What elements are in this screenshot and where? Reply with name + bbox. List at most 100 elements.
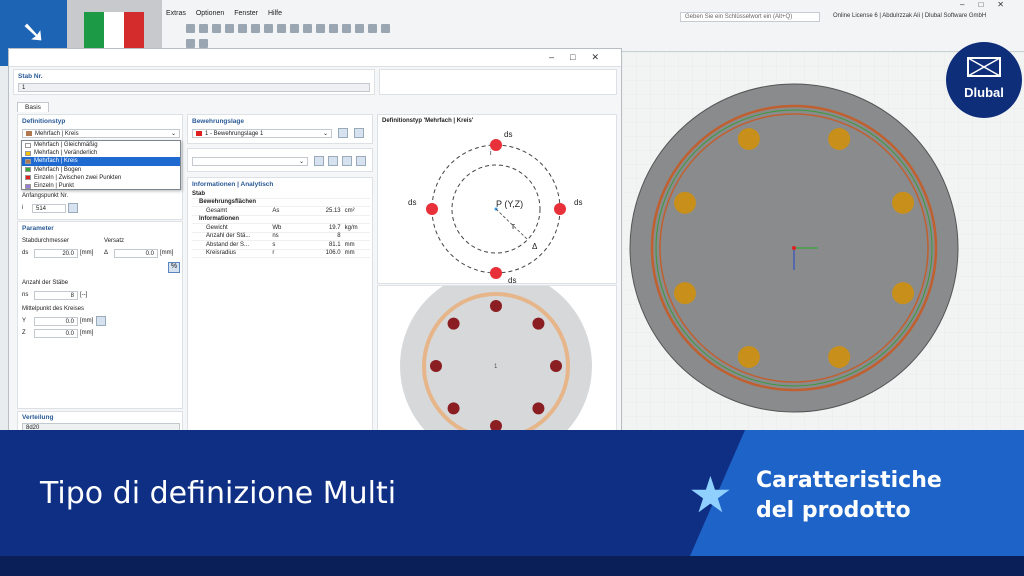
tool-icon[interactable] <box>185 39 195 48</box>
rebar-bar[interactable] <box>673 191 696 214</box>
tool-icon[interactable] <box>198 24 208 33</box>
tree-symbol: As <box>272 207 280 214</box>
ds-label-left: ds <box>408 198 416 207</box>
tool-icon[interactable] <box>341 24 351 33</box>
preview-rebar-bar <box>490 300 502 312</box>
rebar-bar[interactable] <box>737 127 760 150</box>
dropdown-option[interactable]: Einzeln | Punkt <box>22 182 180 190</box>
info-tree-row: Kreisradius r 106.0 mm <box>192 250 370 258</box>
percent-toggle-icon[interactable]: % <box>168 262 180 273</box>
secondary-select-panel: ⌄ <box>187 148 373 172</box>
tool-icon[interactable] <box>289 24 299 33</box>
rebar-bar[interactable] <box>673 282 696 305</box>
info-tree-row: Gesamt As 25.13 cm² <box>192 207 370 216</box>
color-swatch-icon <box>26 131 32 136</box>
tool-icon[interactable] <box>250 24 260 33</box>
pick-center-icon[interactable] <box>96 316 106 326</box>
tool-icon[interactable] <box>198 39 208 48</box>
deftype-selected: Mehrfach | Kreis <box>35 130 79 137</box>
tool-icon[interactable] <box>315 24 325 33</box>
offset-field[interactable]: 0.0 <box>114 249 158 258</box>
offset-label: Versatz <box>104 238 125 244</box>
rebar-bar[interactable] <box>892 282 915 305</box>
dropdown-option-label: Mehrfach | Veränderlich <box>34 150 98 157</box>
tool-icon[interactable] <box>354 24 364 33</box>
layer-select[interactable]: 1 - Bewehrungslage 1 ⌄ <box>192 129 332 138</box>
star-icon: ★ <box>688 467 733 523</box>
member-field[interactable]: 1 <box>18 83 370 92</box>
menu-optionen[interactable]: Optionen <box>196 10 224 22</box>
count-unit: [--] <box>80 292 88 298</box>
center-label: P (Y,Z) <box>496 199 523 209</box>
edit-icon[interactable] <box>342 156 352 166</box>
diameter-symbol: ds <box>22 250 29 256</box>
tree-name: Anzahl der Stä... <box>206 233 251 240</box>
tool-icon[interactable] <box>185 24 195 33</box>
tree-symbol: r <box>272 250 275 257</box>
start-point-field[interactable]: 514 <box>32 204 66 213</box>
tool-icon[interactable] <box>302 24 312 33</box>
color-swatch-icon <box>25 150 31 156</box>
tool-icon[interactable] <box>276 24 286 33</box>
z-field[interactable]: 0.0 <box>34 329 78 338</box>
member-aux-panel <box>379 69 617 95</box>
diameter-label: Stabdurchmesser <box>22 238 70 244</box>
dropdown-option-label: Einzeln | Punkt <box>34 183 74 190</box>
tool-icon[interactable] <box>237 24 247 33</box>
library-icon[interactable] <box>314 156 324 166</box>
banner-footer-strip <box>0 556 1024 576</box>
layer-label: Bewehrungslage <box>192 118 245 125</box>
tree-name: Informationen <box>199 216 239 223</box>
tool-icon[interactable] <box>211 24 221 33</box>
dropdown-option[interactable]: Mehrfach | Kreis <box>22 157 180 166</box>
rebar-bar[interactable] <box>892 191 915 214</box>
center-label: Mittelpunkt des Kreises <box>22 306 85 312</box>
preview-rebar-bar <box>430 360 442 372</box>
tree-value: 81.1 <box>328 241 341 248</box>
tool-icon[interactable] <box>328 24 338 33</box>
license-info: Online License 6 | Abdulrzzak Ali | Dlub… <box>833 13 987 19</box>
diagram-bar-bottom <box>490 267 502 279</box>
section-preview-panel: 1 <box>377 285 617 431</box>
banner-subtitle-line2: del prodotto <box>756 498 911 523</box>
window-controls[interactable]: –□✕ <box>960 0 1018 9</box>
y-field[interactable]: 0.0 <box>34 317 78 326</box>
ds-label-right: ds <box>574 198 582 207</box>
new-layer-icon[interactable] <box>338 128 348 138</box>
new-icon[interactable] <box>328 156 338 166</box>
dropdown-option[interactable]: Einzeln | Zwischen zwei Punkten <box>22 174 180 182</box>
tab-basis[interactable]: Basis <box>17 102 49 112</box>
count-field[interactable]: 8 <box>34 291 78 300</box>
tree-symbol: ns <box>272 233 279 240</box>
search-input[interactable]: Geben Sie ein Schlüsselwort ein (Alt+Q) <box>680 12 820 22</box>
tool-icon[interactable] <box>380 24 390 33</box>
dropdown-option[interactable]: Mehrfach | Gleichmäßig <box>22 141 180 149</box>
deftype-select[interactable]: Mehrfach | Kreis ⌄ <box>22 129 180 138</box>
tree-unit: mm <box>344 250 355 257</box>
ds-label-bottom: ds <box>508 276 516 285</box>
dropdown-option[interactable]: Mehrfach | Bogen <box>22 166 180 174</box>
info-tree: Stab Bewehrungsflächen Gesamt As 25.13 cm² Inf… <box>192 190 370 258</box>
rebar-bar[interactable] <box>737 346 760 369</box>
dlubal-logo: Dlubal <box>946 42 1022 118</box>
info-tree-row: Gewicht Wb 19.7 kg/m <box>192 224 370 233</box>
menu-hilfe[interactable]: Hilfe <box>268 10 282 22</box>
preview-title: Definitionstyp 'Mehrfach | Kreis' <box>382 118 474 124</box>
rebar-bar[interactable] <box>828 127 851 150</box>
pick-point-icon[interactable] <box>68 203 78 213</box>
menu-extras[interactable]: Extras <box>166 10 186 22</box>
info-label: Informationen | Analytisch <box>192 181 274 188</box>
dropdown-option[interactable]: Mehrfach | Veränderlich <box>22 149 180 157</box>
tool-icon[interactable] <box>367 24 377 33</box>
menu-fenster[interactable]: Fenster <box>234 10 258 22</box>
copy-icon[interactable] <box>356 156 366 166</box>
secondary-select[interactable]: ⌄ <box>192 157 308 166</box>
dialog-window-controls[interactable]: –□✕ <box>549 52 615 63</box>
tool-icon[interactable] <box>263 24 273 33</box>
tool-icon[interactable] <box>224 24 234 33</box>
edit-layer-icon[interactable] <box>354 128 364 138</box>
start-point-sub: i <box>22 205 24 211</box>
diameter-field[interactable]: 20.0 <box>34 249 78 258</box>
parameter-panel: Parameter Stabdurchmesser ds 20.0 [mm] V… <box>17 221 183 409</box>
rebar-bar[interactable] <box>828 346 851 369</box>
